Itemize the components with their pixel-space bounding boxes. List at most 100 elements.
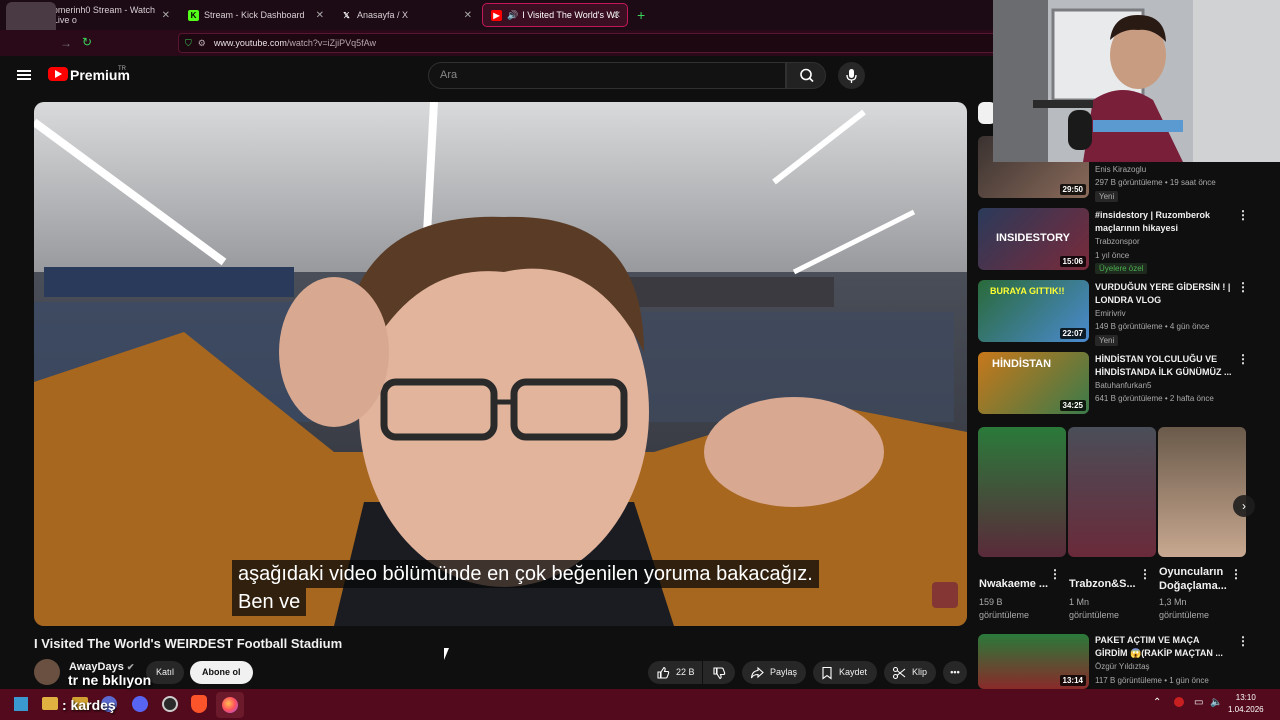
verified-icon: ✔	[126, 662, 135, 672]
rec-title[interactable]: VURDUĞUN YERE GİDERSİN ! | LONDRA VLOG	[1095, 281, 1233, 307]
rec-meta: 149 B görüntüleme • 4 gün önce	[1095, 322, 1210, 331]
x-icon: 𝕏	[343, 10, 350, 20]
short-thumbnail[interactable]	[1158, 427, 1246, 557]
rec-title[interactable]: HİNDİSTAN YOLCULUĞU VE HİNDİSTANDA İLK G…	[1095, 353, 1233, 379]
duration-badge: 29:50	[1059, 184, 1086, 195]
thumbs-up-icon	[657, 666, 670, 679]
search-input[interactable]: Ara	[428, 62, 786, 89]
search-button[interactable]	[786, 62, 826, 89]
more-vertical-icon[interactable]: ⋮	[1237, 634, 1249, 648]
close-icon[interactable]: ✕	[162, 10, 170, 21]
caption-line-2: Ben ve	[232, 588, 307, 616]
url-path: /watch?v=iZjiPVq5fAw	[286, 38, 377, 48]
shield-icon: ⛉	[185, 37, 192, 48]
share-icon	[750, 666, 764, 678]
mouse-cursor-icon	[444, 648, 449, 660]
volume-icon[interactable]: 🔈	[1210, 697, 1222, 708]
more-vertical-icon[interactable]: ⋮	[1230, 567, 1242, 581]
webcam-frame	[993, 0, 1280, 162]
kick-icon: K	[188, 9, 199, 21]
thumbs-down-icon	[713, 666, 726, 679]
tab-kick-dashboard[interactable]: K Stream - Kick Dashboard ✕	[180, 3, 330, 27]
duration-badge: 34:25	[1059, 400, 1086, 411]
rec-channel[interactable]: Enis Kirazoglu	[1095, 165, 1146, 174]
short-thumbnail[interactable]	[1068, 427, 1156, 557]
rec-channel[interactable]: Özgür Yıldıztaş	[1095, 662, 1150, 671]
rec-thumbnail[interactable]: HİNDİSTAN 34:25	[978, 352, 1089, 414]
site-settings-icon[interactable]: ⚙	[198, 38, 206, 49]
tab-label: omerinh0 Stream - Watch Live o	[52, 5, 156, 25]
more-vertical-icon[interactable]: ⋮	[1139, 567, 1151, 581]
scissors-icon	[892, 666, 906, 679]
tab-label: Anasayfa / X	[357, 10, 409, 20]
hamburger-menu-icon[interactable]	[17, 70, 31, 80]
clock-time: 13:10	[1235, 693, 1256, 702]
rec-title[interactable]: #insidestory | Ruzomberok maçlarının hik…	[1095, 209, 1233, 235]
duration-badge: 22:07	[1059, 328, 1086, 339]
short-views: 159 Bgörüntüleme	[979, 597, 1030, 620]
tab-youtube-active[interactable]: ▶ 🔊 I Visited The World's WEIRD ✕	[482, 3, 628, 27]
rec-channel[interactable]: Batuhanfurkan5	[1095, 381, 1152, 390]
voice-search-button[interactable]	[838, 62, 865, 89]
short-title[interactable]: Trabzon&S...	[1069, 578, 1149, 590]
more-actions-button[interactable]: •••	[943, 661, 967, 684]
region-label: TR	[118, 66, 126, 72]
rec-channel[interactable]: Emirivriv	[1095, 309, 1126, 318]
chevron-up-icon[interactable]: ⌃	[1153, 697, 1161, 708]
chevron-right-icon[interactable]: ›	[1233, 495, 1255, 517]
channel-avatar[interactable]	[34, 659, 60, 685]
save-label: Kaydet	[839, 667, 868, 677]
more-vertical-icon[interactable]: ⋮	[1049, 567, 1061, 581]
tab-label: I Visited The World's WEIRD	[522, 10, 619, 20]
brave-icon[interactable]	[191, 695, 207, 713]
duration-badge: 13:14	[1059, 675, 1086, 686]
video-player[interactable]	[34, 102, 967, 626]
more-vertical-icon[interactable]: ⋮	[1237, 208, 1249, 222]
rec-meta: 297 B görüntüleme • 19 saat önce	[1095, 178, 1216, 187]
join-button[interactable]: Katıl	[146, 661, 185, 684]
more-vertical-icon[interactable]: ⋮	[1237, 280, 1249, 294]
rec-thumbnail[interactable]: BURAYA GITTIK!! 22:07	[978, 280, 1089, 342]
folder-icon[interactable]	[42, 697, 58, 710]
youtube-icon: ▶	[491, 9, 502, 21]
close-icon[interactable]: ✕	[316, 10, 324, 21]
close-icon[interactable]: ✕	[613, 10, 621, 21]
rec-meta: 641 B görüntüleme • 2 hafta önce	[1095, 394, 1214, 403]
more-vertical-icon[interactable]: ⋮	[1237, 352, 1249, 366]
caption-line-1: aşağıdaki video bölümünde en çok beğenil…	[232, 560, 819, 588]
duration-badge: 15:06	[1059, 256, 1086, 267]
tray-app-icon[interactable]	[1174, 697, 1184, 707]
new-tab-button[interactable]: +	[637, 7, 645, 23]
rec-thumbnail[interactable]: 13:14	[978, 634, 1089, 689]
rec-channel[interactable]: Trabzonspor	[1095, 237, 1140, 246]
taskbar-clock[interactable]: 13:10 1.04.2026	[1228, 692, 1264, 716]
discord-icon[interactable]	[132, 696, 148, 712]
webcam-overlay	[993, 0, 1280, 162]
like-count: 22 B	[676, 667, 695, 677]
start-icon[interactable]	[14, 697, 28, 711]
new-badge: Yeni	[1095, 191, 1119, 202]
forward-icon[interactable]: →	[60, 36, 72, 50]
like-button[interactable]: 22 B	[648, 661, 702, 684]
youtube-logo-icon[interactable]	[48, 67, 68, 81]
share-button[interactable]: Paylaş	[742, 661, 806, 684]
short-title[interactable]: Nwakaeme ...	[979, 578, 1059, 590]
dislike-button[interactable]	[703, 661, 735, 684]
clip-button[interactable]: Klip	[884, 661, 936, 684]
firefox-taskbar-button[interactable]	[216, 692, 244, 718]
obs-icon[interactable]	[162, 696, 178, 712]
rec-title[interactable]: PAKET AÇTIM VE MAÇA GİRDİM 😱(RAKİP MAÇTA…	[1095, 634, 1233, 660]
short-thumbnail[interactable]	[978, 427, 1066, 557]
clip-label: Klip	[912, 667, 928, 677]
reload-icon[interactable]: ↻	[82, 35, 92, 49]
speaker-icon[interactable]: 🔊	[507, 10, 518, 21]
address-bar[interactable]: ⛉ ⚙ www.youtube.com /watch?v=iZjiPVq5fAw	[178, 33, 998, 53]
close-icon[interactable]: ✕	[464, 10, 472, 21]
share-label: Paylaş	[770, 667, 798, 677]
short-title[interactable]: Oyuncuların Doğaçlama...	[1159, 565, 1229, 593]
display-icon[interactable]: ▭	[1194, 697, 1203, 708]
rec-thumbnail[interactable]: INSIDESTORY 15:06	[978, 208, 1089, 270]
save-button[interactable]: Kaydet	[813, 661, 877, 684]
subscribe-button[interactable]: Abone ol	[190, 661, 253, 684]
tab-x[interactable]: 𝕏 Anasayfa / X ✕	[333, 3, 478, 27]
